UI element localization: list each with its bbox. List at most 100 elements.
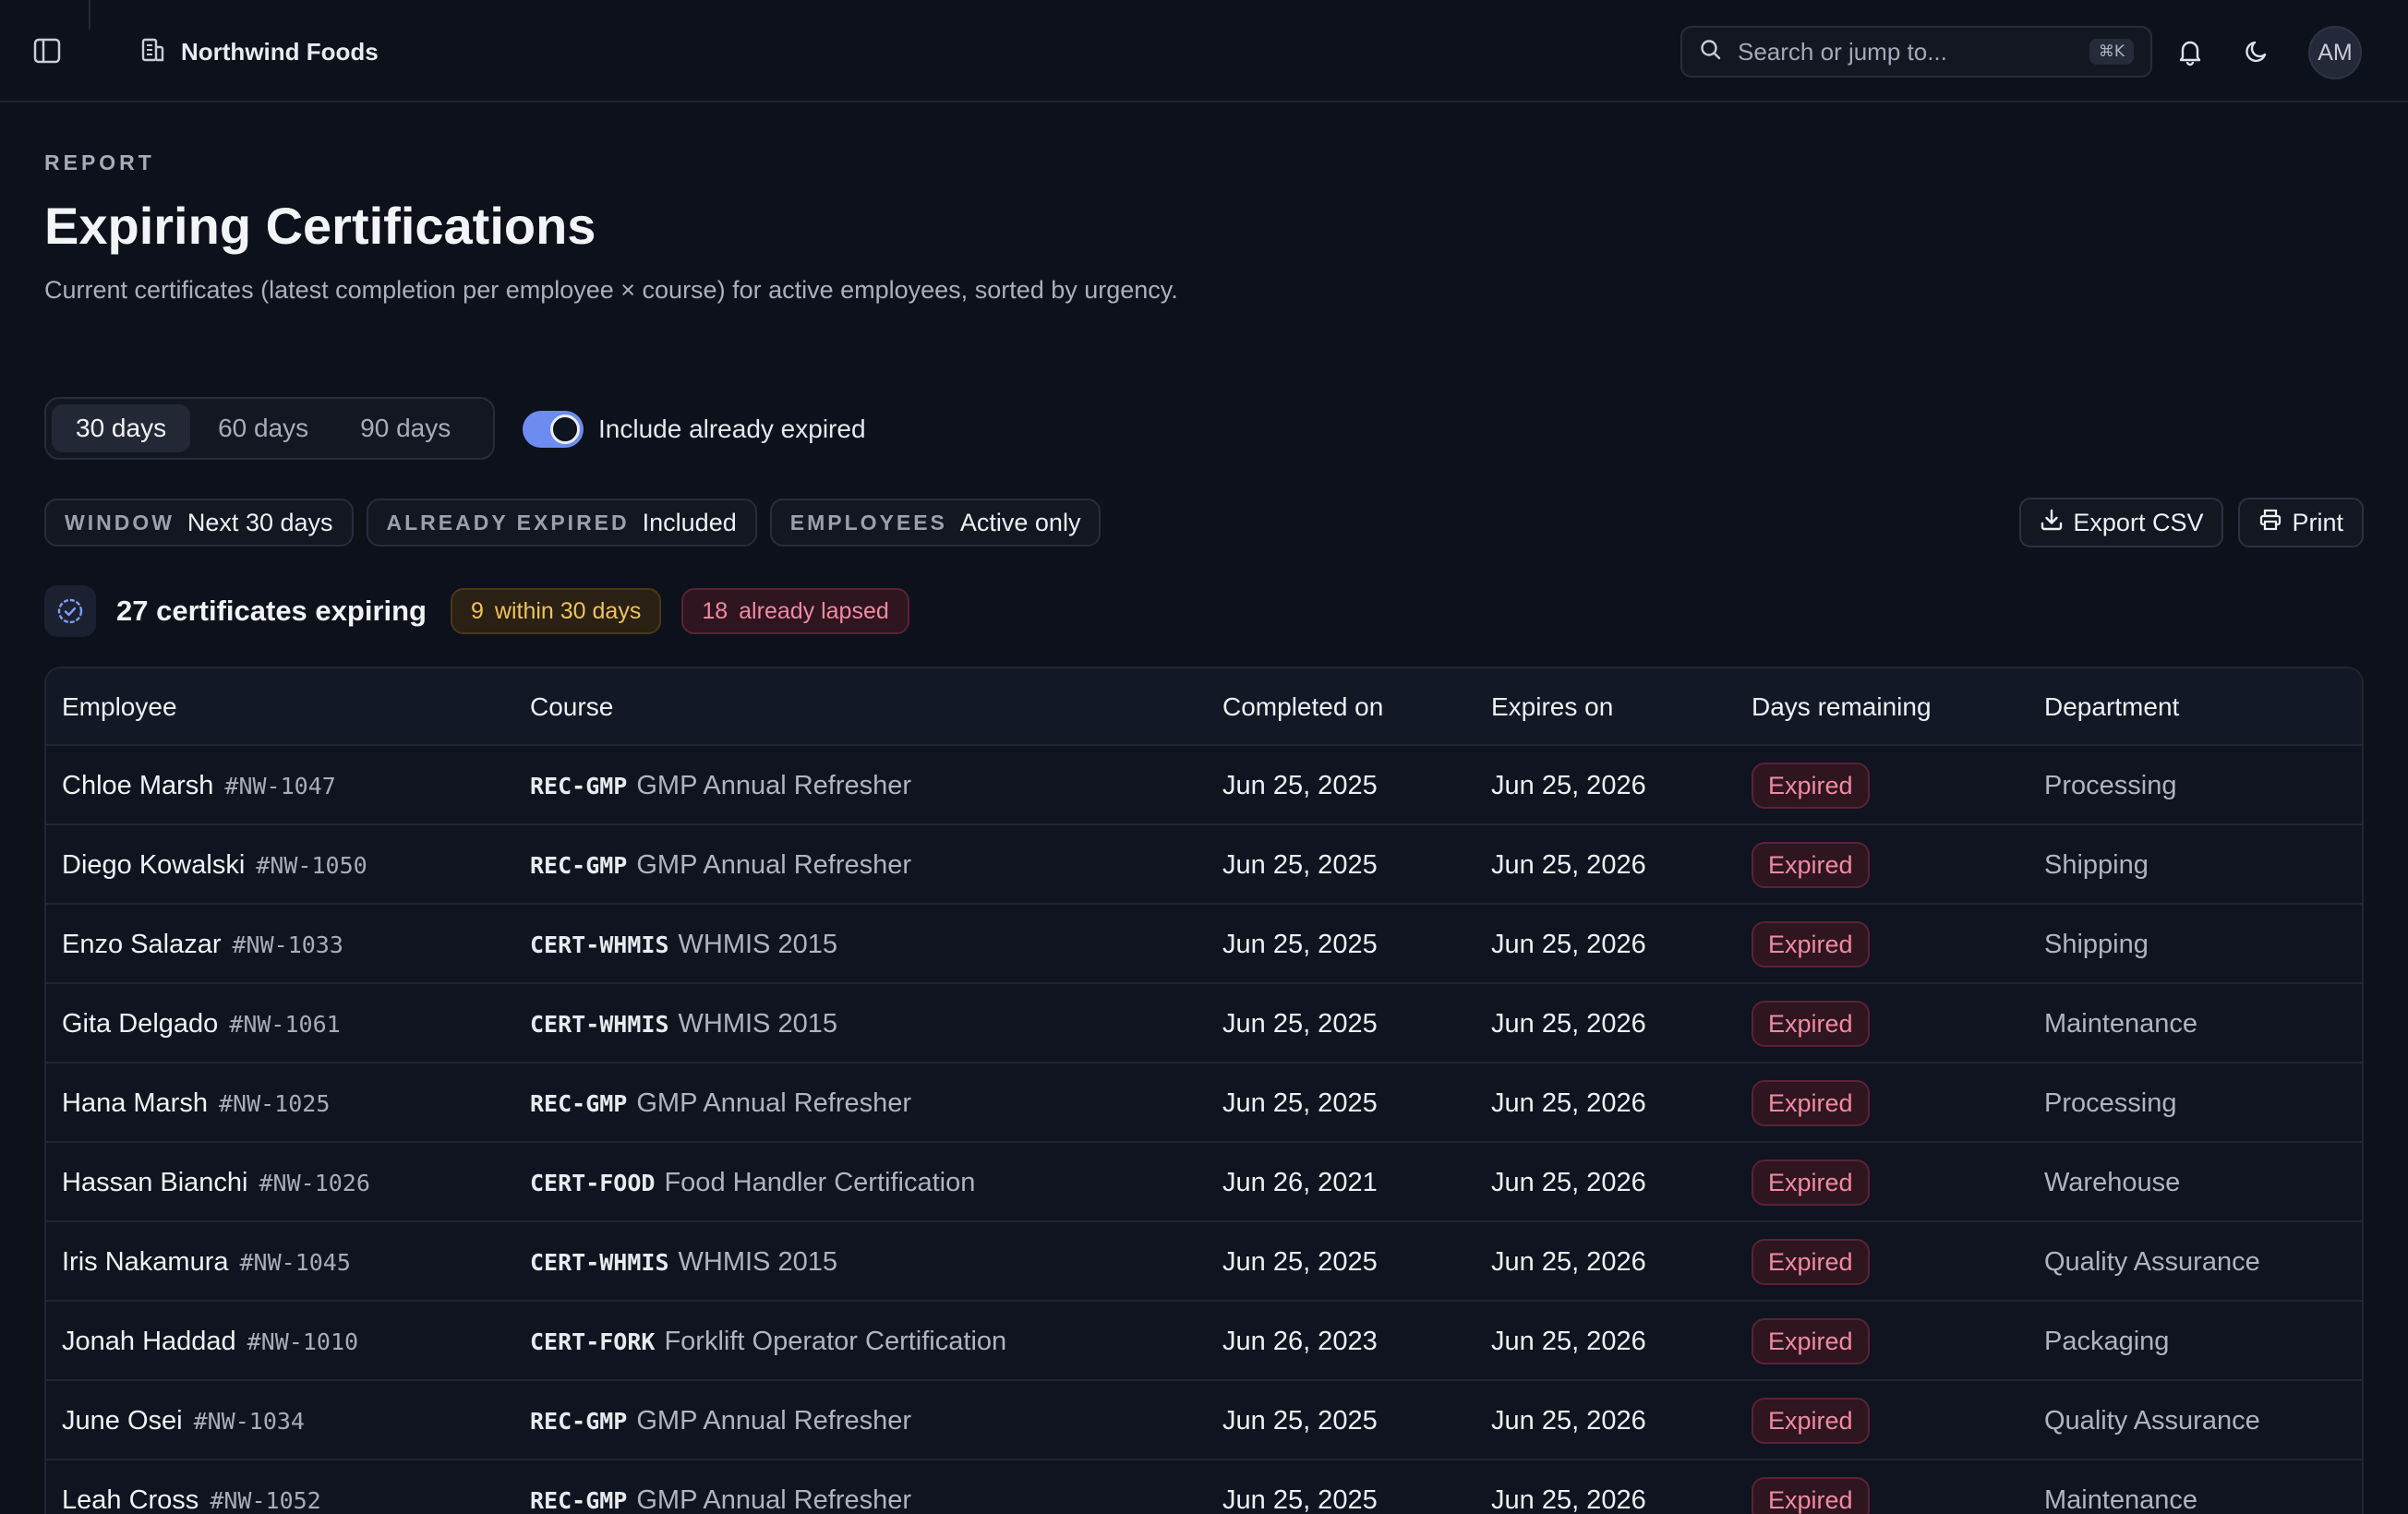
employee-name[interactable]: Jonah Haddad <box>62 1327 236 1357</box>
search-input[interactable]: Search or jump to... ⌘K <box>1680 26 2152 78</box>
sidebar-toggle-icon[interactable] <box>31 35 63 66</box>
completed-date: Jun 25, 2025 <box>1222 1484 1378 1514</box>
course-code: CERT-FORK <box>530 1328 656 1355</box>
course-code: CERT-WHMIS <box>530 1010 669 1038</box>
expires-date: Jun 25, 2026 <box>1491 1246 1646 1277</box>
print-button[interactable]: Print <box>2238 498 2364 547</box>
building-icon <box>138 36 166 68</box>
employee-name[interactable]: Enzo Salazar <box>62 930 222 960</box>
employee-name[interactable]: Diego Kowalski <box>62 850 245 881</box>
course-cell: REC-GMP GMP Annual Refresher <box>530 1460 911 1514</box>
lapsed-badge: 18 already lapsed <box>681 588 909 634</box>
status-badge: Expired <box>1752 1398 1870 1444</box>
employee-name[interactable]: Chloe Marsh <box>62 771 213 801</box>
employee-name[interactable]: June Osei <box>62 1406 183 1436</box>
course-code: CERT-WHMIS <box>530 931 669 958</box>
employee-cell: Gita Delgado #NW-1061 <box>62 984 341 1063</box>
filter-chip-expired: ALREADY EXPIRED Included <box>366 499 757 547</box>
within-window-badge: 9 within 30 days <box>451 588 662 634</box>
employee-id: #NW-1045 <box>239 1248 351 1276</box>
table-row[interactable]: Iris Nakamura #NW-1045 CERT-WHMIS WHMIS 201… <box>46 1222 2362 1302</box>
department: Maintenance <box>2044 1484 2198 1514</box>
window-option-30[interactable]: 30 days <box>52 404 191 452</box>
status-badge: Expired <box>1752 1318 1870 1364</box>
expires-date: Jun 25, 2026 <box>1491 1405 1646 1436</box>
employee-id: #NW-1050 <box>256 851 367 879</box>
expires-date: Jun 25, 2026 <box>1491 770 1646 800</box>
employee-id: #NW-1034 <box>193 1407 305 1435</box>
department: Shipping <box>2044 849 2149 880</box>
days-remaining-cell: Expired <box>1752 1222 1870 1302</box>
table-row[interactable]: Diego Kowalski #NW-1050 REC-GMP GMP Annual … <box>46 825 2362 905</box>
within-count: 9 <box>471 597 484 624</box>
column-header-employee[interactable]: Employee <box>62 692 177 722</box>
department: Warehouse <box>2044 1167 2181 1197</box>
department: Maintenance <box>2044 1008 2198 1039</box>
completed-date: Jun 25, 2025 <box>1222 1405 1378 1436</box>
status-badge: Expired <box>1752 1239 1870 1285</box>
bell-icon[interactable] <box>2172 33 2209 70</box>
employee-name[interactable]: Gita Delgado <box>62 1009 218 1039</box>
course-code: REC-GMP <box>530 1486 628 1514</box>
download-icon <box>2040 508 2064 538</box>
chip-key: ALREADY EXPIRED <box>386 510 630 535</box>
employee-id: #NW-1025 <box>218 1089 331 1117</box>
export-csv-button[interactable]: Export CSV <box>2019 498 2224 547</box>
status-badge: Expired <box>1752 1001 1870 1047</box>
employee-name[interactable]: Hassan Bianchi <box>62 1168 248 1198</box>
completed-date: Jun 25, 2025 <box>1222 849 1378 880</box>
department: Quality Assurance <box>2044 1246 2260 1277</box>
employee-id: #NW-1033 <box>232 931 343 958</box>
completed-date: Jun 26, 2021 <box>1222 1167 1378 1197</box>
table-row[interactable]: Hana Marsh #NW-1025 REC-GMP GMP Annual Refr… <box>46 1063 2362 1143</box>
employee-name[interactable]: Iris Nakamura <box>62 1247 229 1278</box>
status-badge: Expired <box>1752 1160 1870 1206</box>
column-header-department[interactable]: Department <box>2044 692 2179 722</box>
org-switcher[interactable]: Northwind Foods <box>138 31 379 72</box>
column-header-days-remaining[interactable]: Days remaining <box>1752 692 1932 722</box>
table-row[interactable]: Hassan Bianchi #NW-1026 CERT-FOOD Food Hand… <box>46 1143 2362 1222</box>
filter-chips: WINDOW Next 30 days ALREADY EXPIRED Incl… <box>44 499 1102 547</box>
course-cell: CERT-WHMIS WHMIS 2015 <box>530 905 837 984</box>
employee-name[interactable]: Leah Cross <box>62 1485 199 1514</box>
window-option-90[interactable]: 90 days <box>336 404 475 452</box>
days-remaining-cell: Expired <box>1752 1381 1870 1460</box>
status-badge: Expired <box>1752 842 1870 888</box>
filter-chip-employees: EMPLOYEES Active only <box>769 499 1102 547</box>
column-header-completed[interactable]: Completed on <box>1222 692 1383 722</box>
table-row[interactable]: Leah Cross #NW-1052 REC-GMP GMP Annual Refr… <box>46 1460 2362 1514</box>
expires-date: Jun 25, 2026 <box>1491 1484 1646 1514</box>
department: Quality Assurance <box>2044 1405 2260 1436</box>
employee-name[interactable]: Hana Marsh <box>62 1088 208 1119</box>
days-remaining-cell: Expired <box>1752 746 1870 825</box>
course-name: GMP Annual Refresher <box>636 1484 912 1514</box>
chip-value: Next 30 days <box>187 508 333 536</box>
course-name: GMP Annual Refresher <box>636 770 912 800</box>
column-header-course[interactable]: Course <box>530 692 613 722</box>
employee-cell: Diego Kowalski #NW-1050 <box>62 825 367 905</box>
table-row[interactable]: Enzo Salazar #NW-1033 CERT-WHMIS WHMIS 2015… <box>46 905 2362 984</box>
employee-id: #NW-1047 <box>224 772 336 799</box>
course-code: REC-GMP <box>530 772 628 799</box>
window-option-60[interactable]: 60 days <box>194 404 332 452</box>
days-remaining-cell: Expired <box>1752 1063 1870 1143</box>
table-header: Employee Course Completed on Expires on … <box>46 668 2362 746</box>
moon-icon[interactable] <box>2238 33 2275 70</box>
expires-date: Jun 25, 2026 <box>1491 1087 1646 1118</box>
table-row[interactable]: June Osei #NW-1034 REC-GMP GMP Annual Refre… <box>46 1381 2362 1460</box>
days-remaining-cell: Expired <box>1752 825 1870 905</box>
avatar[interactable]: AM <box>2308 26 2362 79</box>
within-label: within 30 days <box>494 597 642 624</box>
filter-chip-window: WINDOW Next 30 days <box>44 499 354 547</box>
table-row[interactable]: Jonah Haddad #NW-1010 CERT-FORK Forklift Op… <box>46 1302 2362 1381</box>
column-header-expires[interactable]: Expires on <box>1491 692 1613 722</box>
table-row[interactable]: Chloe Marsh #NW-1047 REC-GMP GMP Annual Ref… <box>46 746 2362 825</box>
lapsed-label: already lapsed <box>739 597 889 624</box>
include-expired-toggle[interactable] <box>523 411 584 448</box>
employee-cell: Hassan Bianchi #NW-1026 <box>62 1143 370 1222</box>
table-row[interactable]: Gita Delgado #NW-1061 CERT-WHMIS WHMIS 2015… <box>46 984 2362 1063</box>
course-cell: REC-GMP GMP Annual Refresher <box>530 825 911 905</box>
expires-date: Jun 25, 2026 <box>1491 1008 1646 1039</box>
expires-date: Jun 25, 2026 <box>1491 849 1646 880</box>
status-badge: Expired <box>1752 1477 1870 1514</box>
